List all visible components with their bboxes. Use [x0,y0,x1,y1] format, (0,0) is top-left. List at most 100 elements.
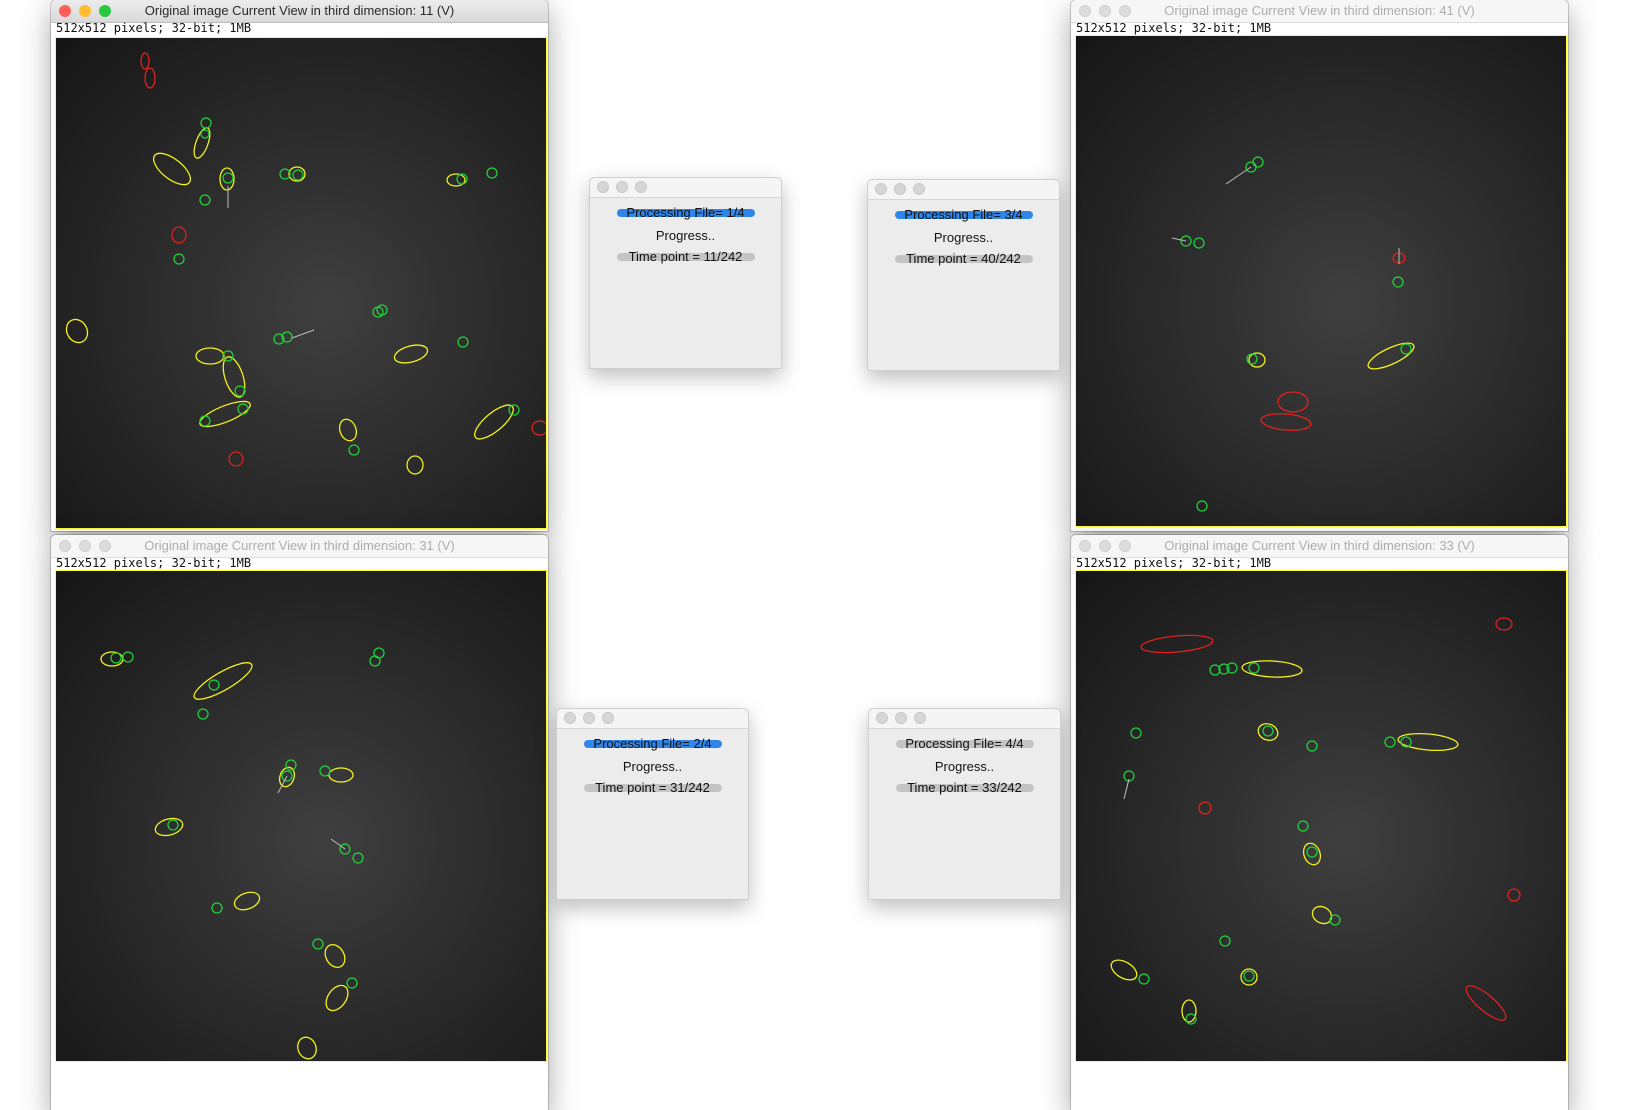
green-circle [319,765,331,777]
image-window-3[interactable]: Original image Current View in third dim… [51,535,548,1110]
green-circle [234,385,246,397]
processing-file-label: Processing File= 4/4 [905,736,1024,751]
progress-label: Progress.. [933,230,994,245]
green-circle [1262,725,1274,737]
red-ellipse [531,420,546,436]
yellow-ellipse [193,662,253,700]
minimize-icon[interactable] [583,712,595,724]
zoom-icon[interactable] [914,712,926,724]
window-titlebar[interactable]: Original image Current View in third dim… [1071,0,1568,23]
processing-file-label: Processing File= 1/4 [626,205,745,220]
window-titlebar[interactable]: Original image Current View in third dim… [1071,535,1568,558]
green-circle [1384,736,1396,748]
dialog-titlebar[interactable] [590,178,781,198]
dialog-titlebar[interactable] [557,709,748,729]
green-circle [1130,727,1142,739]
zoom-icon[interactable] [913,183,925,195]
green-circle [1193,237,1205,249]
progress-dialog-3[interactable]: Processing File= 3/4 Progress.. Time poi… [867,179,1060,371]
minimize-icon[interactable] [616,181,628,193]
green-circle [199,194,211,206]
yellow-ellipse [1302,842,1322,866]
minimize-icon[interactable] [895,712,907,724]
red-circle [1198,801,1212,815]
image-canvas[interactable] [55,37,547,529]
window-titlebar[interactable]: Original image Current View in third dim… [51,535,548,558]
green-circle [1297,820,1309,832]
window-title: Original image Current View in third dim… [144,538,455,553]
close-icon[interactable] [564,712,576,724]
green-circle [486,167,498,179]
red-circle [228,451,244,467]
close-icon[interactable] [875,183,887,195]
overlay-annotations [100,647,385,1060]
window-title: Original image Current View in third dim… [1164,3,1475,18]
green-circle [348,444,360,456]
green-circle [1138,973,1150,985]
zoom-icon[interactable] [635,181,647,193]
green-circle [167,819,179,831]
green-circle [208,679,220,691]
red-ellipse [1495,617,1513,631]
image-info: 512x512 pixels; 32-bit; 1MB [1076,556,1272,570]
image-info: 512x512 pixels; 32-bit; 1MB [1076,21,1272,35]
overlay-annotations [1171,156,1415,512]
timepoint-label: Time point = 31/242 [595,780,710,795]
yellow-ellipse [297,1036,317,1060]
red-ellipse [1277,391,1309,413]
red-ellipse [1140,634,1214,654]
yellow-ellipse [65,318,89,344]
yellow-ellipse [1367,342,1415,370]
progress-dialog-4[interactable]: Processing File= 4/4 Progress.. Time poi… [868,708,1061,900]
green-circle [1400,343,1412,355]
timepoint-label: Time point = 40/242 [906,251,1021,266]
green-circle [1392,276,1404,288]
green-circle [369,655,381,667]
red-ellipse [1465,985,1507,1021]
close-icon[interactable] [597,181,609,193]
image-window-4[interactable]: Original image Current View in third dim… [1071,535,1568,1110]
processing-file-label: Processing File= 2/4 [593,736,712,751]
progress-dialog-1[interactable]: Processing File= 1/4 Progress.. Time poi… [589,177,782,369]
red-ellipse [140,52,150,70]
red-ellipse [171,226,187,244]
minimize-icon[interactable] [894,183,906,195]
yellow-ellipse [233,891,261,911]
yellow-ellipse [393,344,429,364]
image-canvas[interactable] [1075,570,1567,1062]
window-title: Original image Current View in third dim… [144,3,455,18]
yellow-ellipse [219,167,235,191]
overlay-annotations [65,52,546,475]
red-ellipse [144,67,156,89]
image-window-2[interactable]: Original image Current View in third dim… [1071,0,1568,531]
dialog-titlebar[interactable] [868,180,1059,200]
zoom-icon[interactable] [602,712,614,724]
yellow-ellipse [1397,732,1459,752]
green-circle [200,117,212,129]
green-circle [1306,740,1318,752]
green-circle [1243,970,1255,982]
yellow-ellipse [1110,959,1138,981]
image-window-1[interactable]: Original image Current View in third dim… [51,0,548,531]
green-circle [200,129,210,139]
window-titlebar[interactable]: Original image Current View in third dim… [51,0,548,23]
image-canvas[interactable] [55,570,547,1062]
green-circle [222,172,234,184]
yellow-ellipse [338,418,358,442]
dialog-titlebar[interactable] [869,709,1060,729]
red-ellipse [1260,413,1312,431]
image-canvas[interactable] [1075,35,1567,527]
yellow-ellipse [152,152,192,186]
yellow-ellipse [406,455,424,475]
progress-dialog-2[interactable]: Processing File= 2/4 Progress.. Time poi… [556,708,749,900]
green-circle [199,415,211,427]
timepoint-label: Time point = 11/242 [628,249,743,264]
yellow-ellipse [1181,999,1197,1023]
overlay-annotations [1110,617,1521,1025]
yellow-ellipse [1241,660,1303,678]
green-circle [173,253,185,265]
green-circle [1248,662,1260,674]
green-circle [508,404,520,416]
green-circle [1219,935,1231,947]
close-icon[interactable] [876,712,888,724]
